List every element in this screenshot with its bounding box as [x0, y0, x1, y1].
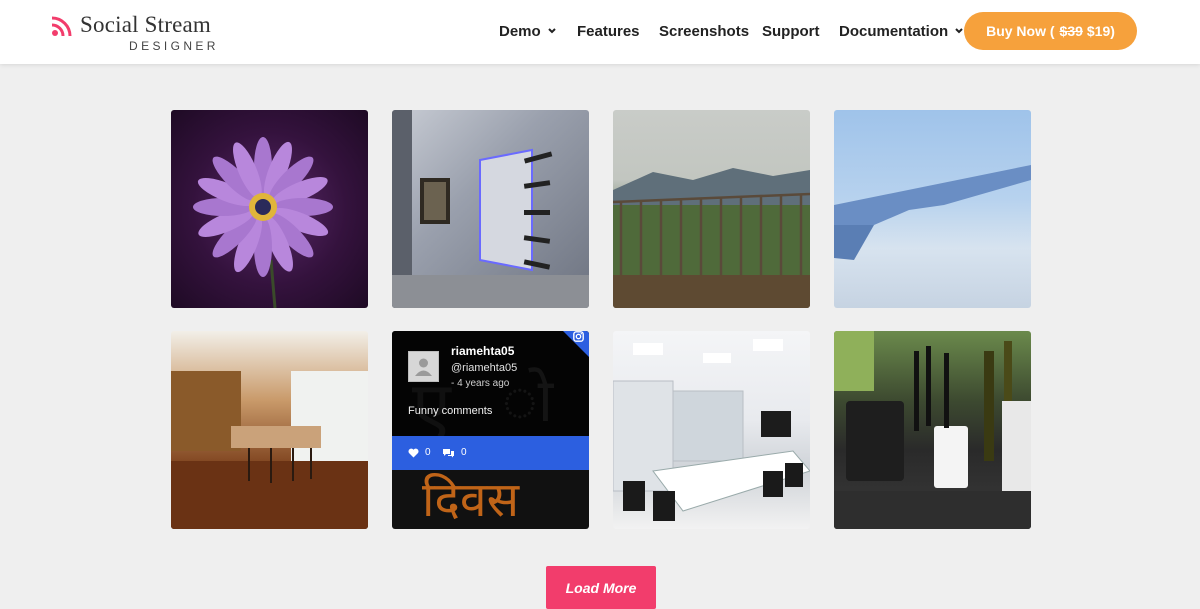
- gallery-tile-interior[interactable]: [392, 110, 589, 308]
- gallery-tile-kitchen[interactable]: [171, 331, 368, 529]
- nav-item-label: Screenshots: [659, 23, 750, 40]
- wing-image: [834, 165, 1031, 260]
- nav-item-label: Support: [762, 23, 820, 40]
- comments-icon: [443, 448, 454, 457]
- gallery-tile-conference-room[interactable]: [613, 331, 810, 529]
- user-icon: [415, 358, 432, 376]
- nav-item-demo[interactable]: Demo: [499, 23, 556, 40]
- post-handle[interactable]: @riamehta05: [451, 362, 517, 374]
- jars-image: [834, 331, 1031, 529]
- gallery-tile-wing[interactable]: [834, 110, 1031, 308]
- nav-item-support[interactable]: Support: [762, 23, 820, 40]
- interior-image: [392, 110, 589, 308]
- gallery-tile-jars[interactable]: [834, 331, 1031, 529]
- gallery-tile-flower[interactable]: [171, 110, 368, 308]
- site-header: Social Stream DESIGNER Demo Features Scr…: [0, 0, 1200, 64]
- featured-post-card[interactable]: ए ो दिवस riamehta05 @riamehta05 - 4 year…: [392, 331, 589, 529]
- old-price: $39: [1059, 23, 1083, 39]
- buy-label: Buy Now (: [986, 23, 1055, 39]
- brand-subtitle: DESIGNER: [129, 39, 219, 53]
- load-more-label: Load More: [565, 579, 637, 596]
- heart-icon: [408, 448, 419, 457]
- likes-count: 0: [425, 447, 431, 458]
- likes-stat[interactable]: 0: [408, 447, 431, 458]
- post-time: - 4 years ago: [451, 378, 510, 389]
- chevron-down-icon: [955, 28, 963, 34]
- post-username[interactable]: riamehta05: [451, 344, 514, 358]
- buy-now-button[interactable]: Buy Now ($39 $19): [964, 12, 1137, 50]
- nav-item-label: Demo: [499, 23, 541, 40]
- instagram-icon: [573, 331, 584, 342]
- chevron-down-icon: [547, 28, 556, 34]
- new-price: $19): [1086, 23, 1115, 39]
- mountains-image: [613, 168, 810, 308]
- nav-item-label: Documentation: [839, 23, 949, 40]
- nav-item-features[interactable]: Features: [577, 23, 640, 40]
- gallery-tile-mountains[interactable]: [613, 110, 810, 308]
- kitchen-image: [171, 371, 368, 529]
- nav-item-screenshots[interactable]: Screenshots: [659, 23, 749, 40]
- comments-stat[interactable]: 0: [442, 447, 467, 458]
- post-text: Funny comments: [408, 405, 493, 417]
- flower-image: [193, 137, 333, 308]
- rss-icon: [51, 16, 72, 37]
- nav-item-documentation[interactable]: Documentation: [839, 23, 963, 40]
- brand-logo[interactable]: Social Stream DESIGNER: [51, 12, 221, 53]
- conference-image: [613, 339, 810, 521]
- avatar[interactable]: [408, 351, 439, 382]
- brand-title: Social Stream: [80, 12, 211, 37]
- svg-text:दिवस: दिवस: [422, 472, 521, 528]
- comments-count: 0: [461, 447, 467, 458]
- load-more-button[interactable]: Load More: [546, 566, 656, 609]
- nav-item-label: Features: [577, 23, 640, 40]
